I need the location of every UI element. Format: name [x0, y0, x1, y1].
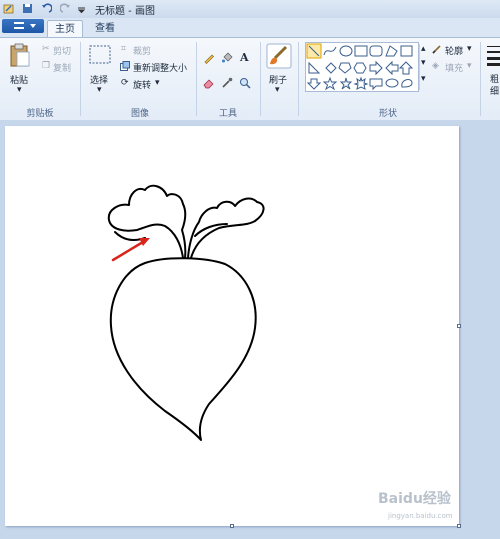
copy-icon: ❐: [42, 61, 51, 71]
annotation-arrow: [111, 240, 145, 262]
resize-handle-bottom[interactable]: [230, 524, 234, 528]
rotate-button[interactable]: 旋转: [133, 78, 151, 91]
cut-icon: ✂: [42, 44, 50, 54]
copy-button[interactable]: 复制: [53, 61, 71, 74]
shapes-gallery[interactable]: [305, 42, 419, 92]
scroll-down-icon[interactable]: ▾: [421, 58, 426, 68]
resize-handle-corner[interactable]: [457, 524, 461, 528]
undo-icon[interactable]: [41, 3, 52, 14]
eraser-icon[interactable]: [203, 77, 215, 89]
resize-button[interactable]: 重新调整大小: [133, 61, 187, 74]
fill-dropdown-icon[interactable]: ▾: [467, 61, 472, 71]
customize-dropdown-icon[interactable]: [76, 3, 87, 14]
brush-icon[interactable]: [266, 42, 292, 70]
fill-icon: ◈: [432, 61, 439, 71]
rotate-dropdown-icon[interactable]: ▾: [155, 78, 160, 88]
shapes-scroll[interactable]: ▴ ▾ ▾: [419, 44, 427, 90]
text-tool-icon[interactable]: A: [240, 51, 249, 64]
tab-view[interactable]: 查看: [88, 20, 122, 37]
tab-home[interactable]: 主页: [47, 20, 83, 38]
scroll-up-icon[interactable]: ▴: [421, 44, 426, 54]
radish-drawing: [107, 184, 265, 441]
chevron-down-icon: [30, 24, 36, 28]
size-lines-icon[interactable]: [487, 44, 500, 66]
pencil-icon[interactable]: [203, 52, 215, 64]
separator: [260, 42, 261, 116]
cut-button[interactable]: 剪切: [53, 44, 71, 57]
brushes-dropdown-icon[interactable]: ▾: [275, 85, 280, 95]
shapes-gallery-icons: [306, 43, 414, 91]
resize-icon: [120, 61, 130, 71]
title-bar: 无标题 - 画图: [0, 0, 500, 19]
rotate-icon: ⟳: [121, 78, 129, 88]
paste-dropdown-icon[interactable]: ▾: [17, 85, 22, 95]
resize-handle-right[interactable]: [457, 324, 461, 328]
menu-lines-icon: [14, 22, 24, 29]
window-title: 无标题 - 画图: [95, 6, 155, 17]
separator: [480, 42, 481, 116]
drawing-canvas[interactable]: [5, 126, 459, 526]
crop-icon: ⌗: [121, 44, 127, 54]
size-label-partial-2: 细: [490, 87, 500, 97]
watermark-url: jingyan.baidu.com: [388, 512, 453, 520]
select-icon[interactable]: [89, 45, 111, 65]
separator: [298, 42, 299, 116]
group-label-image: 图像: [130, 109, 149, 119]
paste-icon[interactable]: [9, 42, 31, 68]
fill-bucket-icon[interactable]: [221, 52, 233, 64]
select-dropdown-icon[interactable]: ▾: [97, 85, 102, 95]
outline-dropdown-icon[interactable]: ▾: [467, 44, 472, 54]
save-icon[interactable]: [22, 3, 33, 14]
group-label-tools: 工具: [218, 109, 237, 119]
fill-button[interactable]: 填充: [445, 61, 463, 74]
watermark: Baidu经验: [378, 491, 451, 507]
more-shapes-icon[interactable]: ▾: [421, 74, 426, 84]
outline-button[interactable]: 轮廓: [445, 44, 463, 57]
group-label-clipboard: 剪贴板: [26, 109, 54, 119]
magnifier-icon[interactable]: [239, 77, 251, 89]
color-picker-icon[interactable]: [221, 77, 233, 89]
paint-app-icon: [3, 4, 14, 14]
separator: [196, 42, 197, 116]
paint-menu-button[interactable]: [2, 19, 44, 33]
group-label-shapes: 形状: [378, 109, 397, 119]
separator: [80, 42, 81, 116]
crop-button[interactable]: 裁剪: [133, 44, 151, 57]
outline-icon: [432, 45, 441, 54]
redo-icon[interactable]: [60, 3, 71, 14]
